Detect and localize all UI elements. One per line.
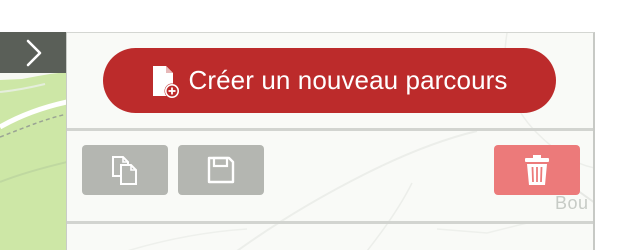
copy-icon	[112, 156, 137, 185]
panel-bottom-divider	[67, 221, 593, 224]
sidebar-toggle-button[interactable]	[0, 32, 66, 73]
save-route-button[interactable]	[178, 145, 264, 195]
file-plus-icon	[151, 64, 181, 100]
route-editor-panel-view: Créer un nouveau parcours Bou	[0, 0, 618, 250]
trash-icon	[525, 155, 549, 185]
create-button-label: Créer un nouveau parcours	[188, 65, 508, 95]
floppy-disk-icon	[207, 156, 235, 184]
toolbar-divider	[67, 128, 593, 131]
route-toolbar-panel: Créer un nouveau parcours Bou	[67, 32, 595, 250]
map-strip[interactable]	[0, 32, 67, 250]
map-place-label: Bou	[555, 193, 589, 213]
create-new-route-button[interactable]: Créer un nouveau parcours	[103, 48, 556, 113]
duplicate-route-button[interactable]	[82, 145, 168, 195]
delete-route-button[interactable]	[494, 145, 580, 195]
chevron-right-icon	[26, 39, 41, 66]
